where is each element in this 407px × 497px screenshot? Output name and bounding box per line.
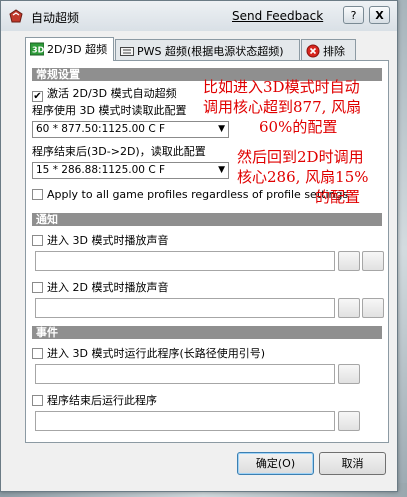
tab-2d3d-overclock[interactable]: 3D 2D/3D 超频 <box>25 37 114 61</box>
svg-text:3D: 3D <box>32 46 44 55</box>
annotation-line: 60%的配置 <box>259 118 338 136</box>
window-title: 自动超频 <box>31 11 80 25</box>
checkbox-label: 进入 2D 模式时播放声音 <box>47 281 169 294</box>
read-3d-profile-label: 程序使用 3D 模式时读取此配置 <box>32 104 187 117</box>
app-icon <box>9 9 23 23</box>
run-3d-browse-button[interactable] <box>338 364 360 384</box>
select-value: 15 * 286.88:1125.00 C F <box>36 164 166 176</box>
auto-overclock-dialog: 自动超频 Send Feedback ? X 3D 2D/3D 超频 PWS 超… <box>0 0 398 492</box>
checkbox-box[interactable] <box>32 282 43 293</box>
sound-3d-checkbox[interactable]: 进入 3D 模式时播放声音 <box>32 232 168 248</box>
sound-3d-browse-button[interactable] <box>338 251 360 271</box>
annotation-line: 调用核心超到877, 风扇 <box>203 98 362 116</box>
tab-label: 2D/3D 超频 <box>47 43 108 56</box>
sound-2d-browse-button[interactable] <box>338 298 360 318</box>
dropdown-arrow-icon: ▼ <box>218 165 225 175</box>
annotation-3d-explanation: 比如进入3D模式时自动 调用核心超到877, 风扇 60%的配置 <box>203 77 361 137</box>
help-button[interactable]: ? <box>343 6 364 24</box>
tab-exclude[interactable]: 排除 <box>301 39 356 61</box>
run-3d-program-checkbox[interactable]: 进入 3D 模式时运行此程序(长路径使用引号) <box>32 345 265 361</box>
checkbox-box[interactable] <box>32 189 43 200</box>
title-bar[interactable]: 自动超频 Send Feedback ? X <box>1 1 397 31</box>
section-notify-header: 通知 <box>32 213 382 226</box>
close-button[interactable]: X <box>369 6 390 24</box>
run-end-browse-button[interactable] <box>338 411 360 431</box>
restore-2d-profile-label: 程序结束后(3D->2D)，读取此配置 <box>32 145 206 158</box>
ok-button[interactable]: 确定(O) <box>237 452 314 475</box>
tab-label: PWS 超频(根据电源状态超频) <box>137 45 284 58</box>
sound-3d-path-input[interactable] <box>35 251 335 271</box>
sound-2d-checkbox[interactable]: 进入 2D 模式时播放声音 <box>32 279 168 295</box>
checkbox-box[interactable]: ✔ <box>32 91 43 102</box>
checkbox-label: 程序结束后运行此程序 <box>47 394 157 407</box>
annotation-line: 核心286, 风扇15% <box>237 168 369 186</box>
profile-3d-select[interactable]: 60 * 877.50:1125.00 C F ▼ <box>32 121 229 138</box>
annotation-2d-explanation: 然后回到2D时调用 核心286, 风扇15% 的配置 <box>237 147 369 207</box>
sound-2d-play-button[interactable] <box>362 298 384 318</box>
keyboard-icon <box>120 47 134 56</box>
cancel-button[interactable]: 取消 <box>319 452 386 475</box>
checkbox-label: 进入 3D 模式时运行此程序(长路径使用引号) <box>47 347 266 360</box>
checkbox-box[interactable] <box>32 235 43 246</box>
annotation-line: 的配置 <box>315 188 361 206</box>
checkbox-label: 进入 3D 模式时播放声音 <box>47 234 169 247</box>
run-end-program-input[interactable] <box>35 411 335 431</box>
annotation-line: 比如进入3D模式时自动 <box>203 78 360 96</box>
profile-2d-select[interactable]: 15 * 286.88:1125.00 C F ▼ <box>32 162 229 179</box>
select-value: 60 * 877.50:1125.00 C F <box>36 123 166 135</box>
annotation-line: 然后回到2D时调用 <box>237 148 364 166</box>
activate-auto-overclock-checkbox[interactable]: ✔ 激活 2D/3D 模式自动超频 <box>32 85 177 102</box>
run-3d-program-input[interactable] <box>35 364 335 384</box>
run-end-program-checkbox[interactable]: 程序结束后运行此程序 <box>32 392 157 408</box>
tab-pws-overclock[interactable]: PWS 超频(根据电源状态超频) <box>115 39 300 61</box>
checkbox-label: 激活 2D/3D 模式自动超频 <box>47 87 177 100</box>
send-feedback-link[interactable]: Send Feedback <box>232 9 323 23</box>
sound-2d-path-input[interactable] <box>35 298 335 318</box>
tab-label: 排除 <box>323 45 345 58</box>
checkbox-box[interactable] <box>32 348 43 359</box>
sound-3d-play-button[interactable] <box>362 251 384 271</box>
3d-icon: 3D <box>30 42 44 56</box>
section-events-header: 事件 <box>32 326 382 339</box>
no-entry-icon <box>306 44 320 58</box>
checkbox-box[interactable] <box>32 395 43 406</box>
